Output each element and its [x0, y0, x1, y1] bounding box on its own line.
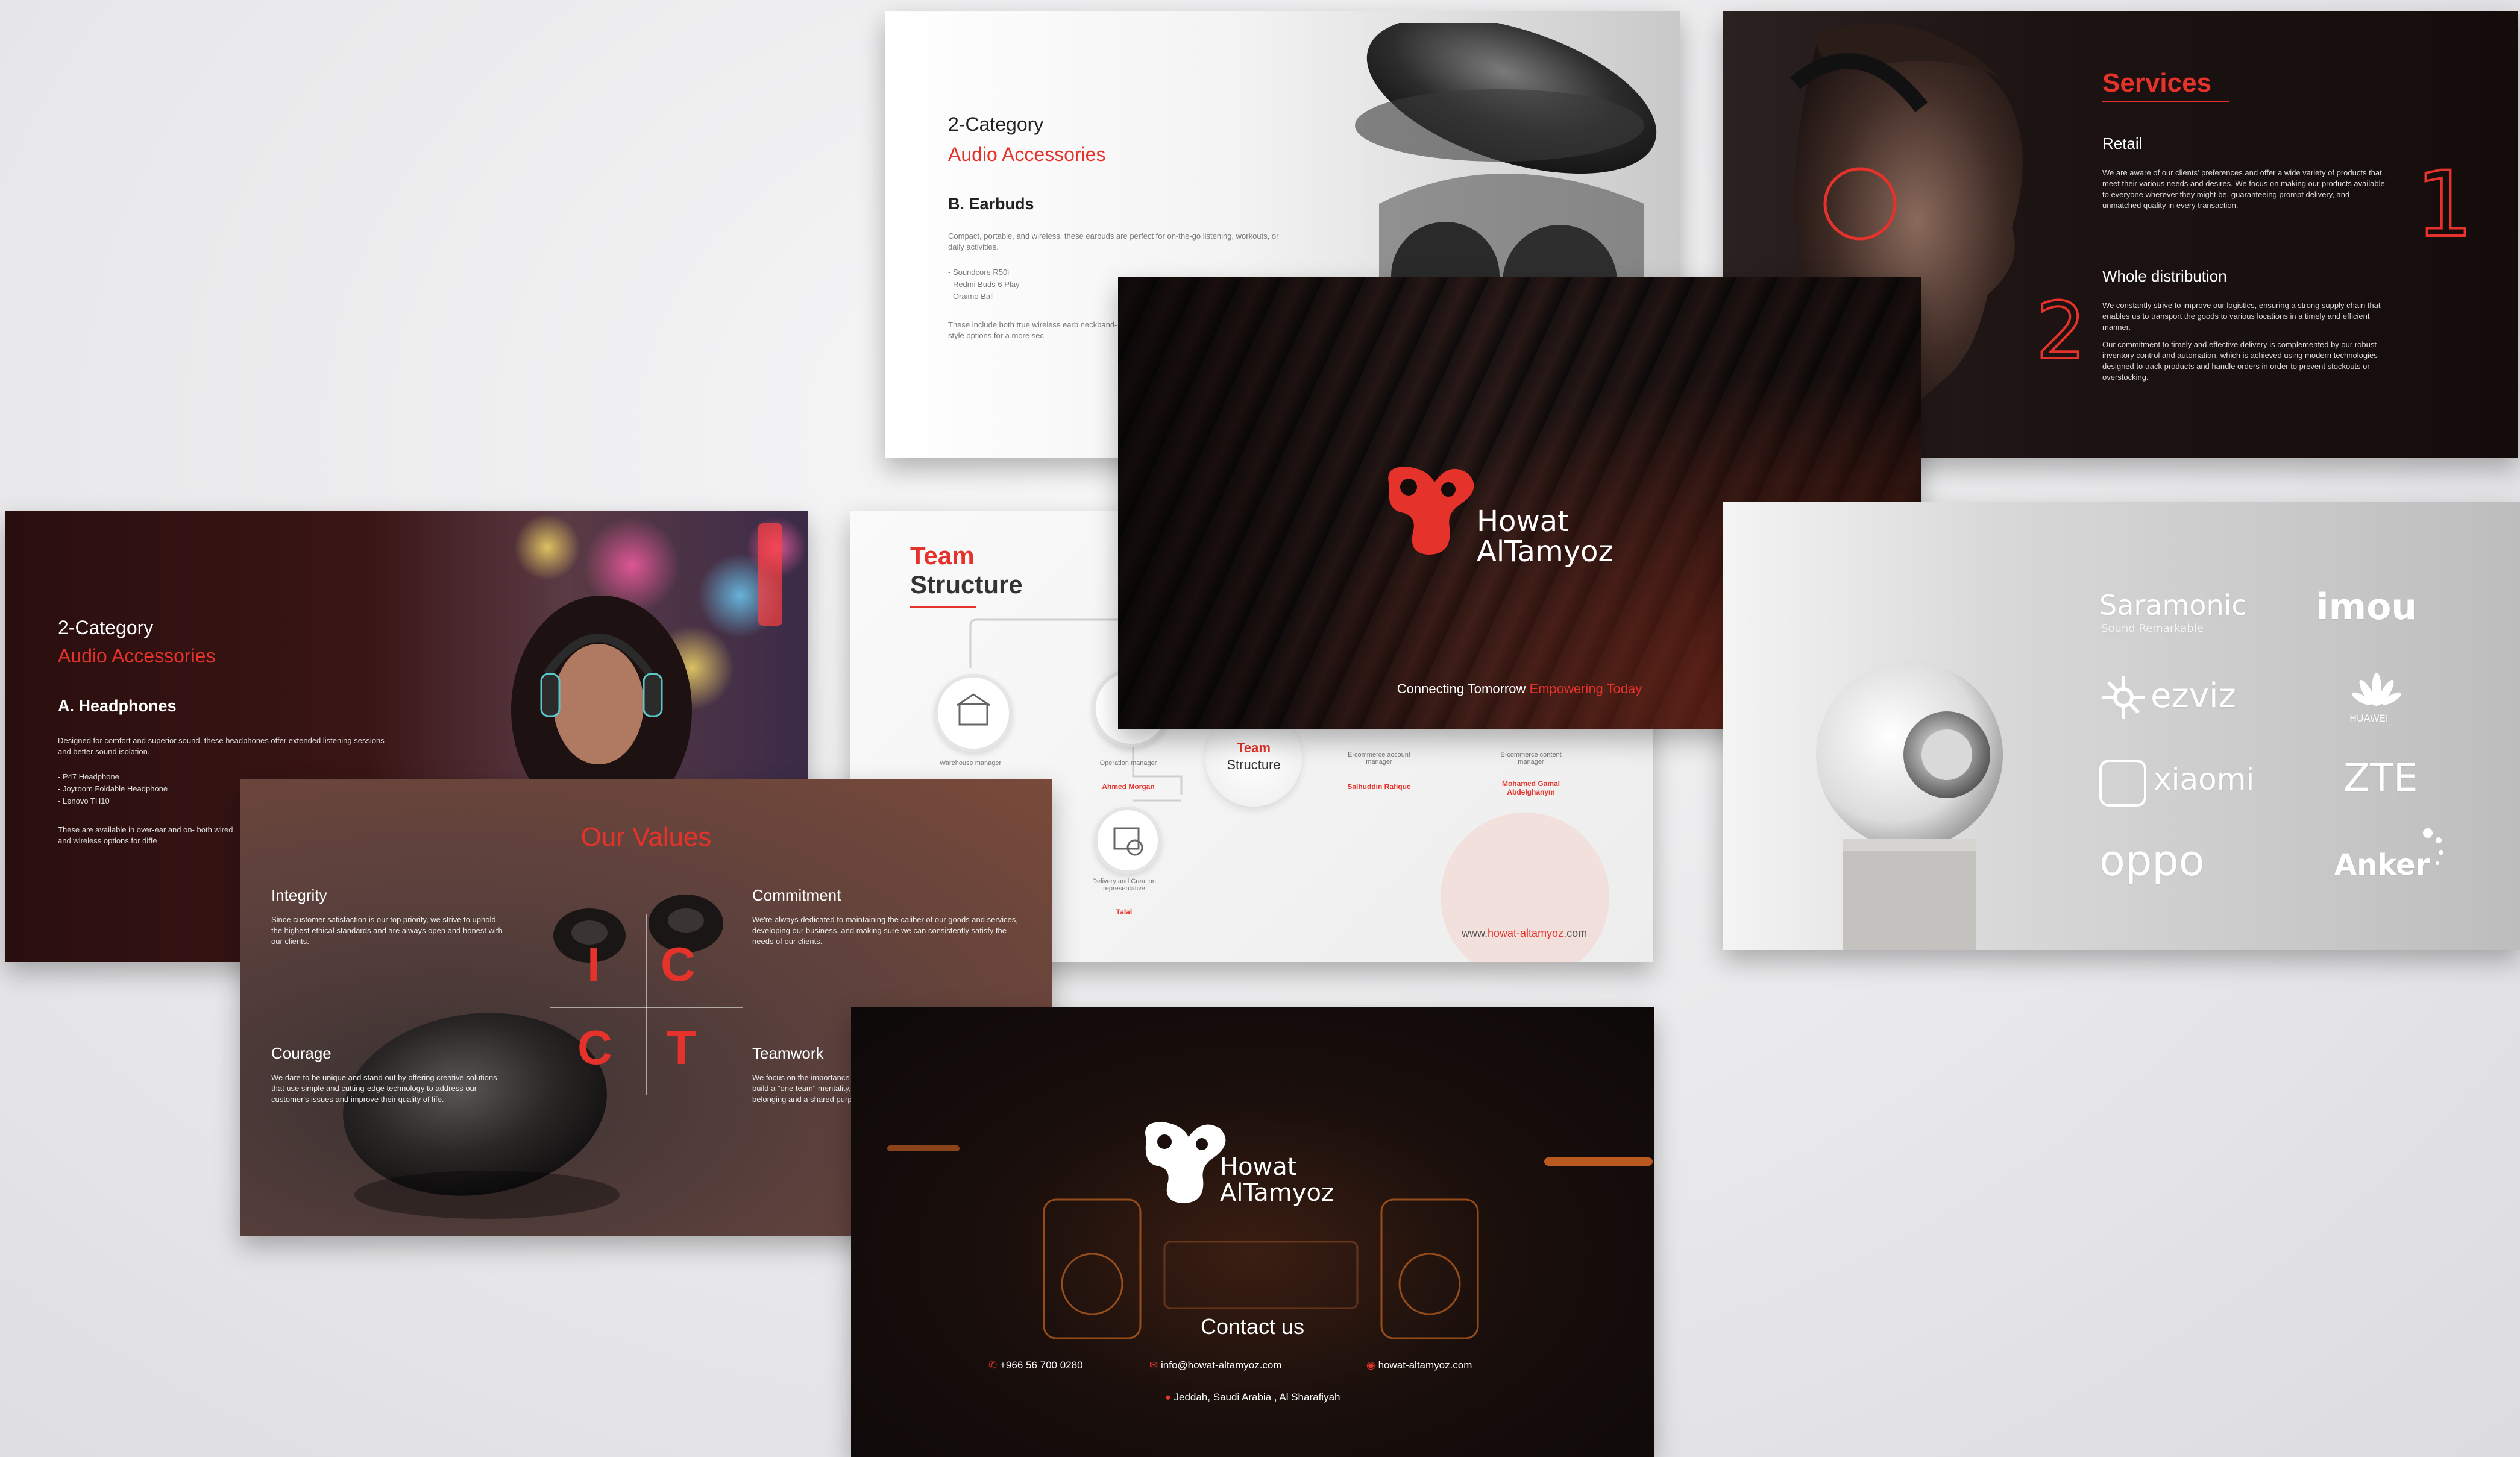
- delivery-representative-name: Talal: [1116, 908, 1133, 916]
- earbuds-description: Compact, portable, and wireless, these e…: [948, 231, 1279, 251]
- website-prefix: www.: [1462, 927, 1488, 939]
- howat-logo-icon: [1388, 467, 1474, 555]
- contact-phone[interactable]: ✆ +966 56 700 0280: [988, 1359, 1083, 1371]
- brand-ezviz: ezviz: [2151, 676, 2236, 716]
- neon-light-strip-left: [887, 1145, 960, 1151]
- teamwork-title: Teamwork: [752, 1044, 824, 1062]
- headphones-subtitle: Audio Accessories: [58, 645, 216, 667]
- howat-logo-icon-white: [1145, 1122, 1226, 1203]
- values-horizontal-divider: [550, 1007, 743, 1008]
- brand-imou: imou: [2316, 586, 2418, 628]
- delivery-representative-role: Delivery and Creation representative: [1092, 878, 1156, 892]
- headphones-item: - Joyroom Foldable Headphone: [58, 784, 168, 793]
- retail-title: Retail: [2102, 134, 2143, 153]
- phone-icon: ✆: [988, 1359, 998, 1371]
- delivery-icon: [1113, 827, 1143, 856]
- website-domain: howat-altamyoz: [1488, 927, 1564, 939]
- logo-tagline: Connecting Tomorrow Empowering Today: [1118, 681, 1921, 697]
- headphones-item: - Lenovo TH10: [58, 796, 110, 805]
- earbuds-category: 2-Category: [948, 113, 1044, 135]
- earbuds-note: These include both true wireless earb ne…: [948, 320, 1117, 340]
- xiaomi-logo-icon: [2099, 760, 2146, 807]
- logo-brand-line2: AlTamyoz: [1477, 535, 1613, 568]
- value-letter-i: I: [587, 937, 601, 991]
- anker-dots-icon: [2422, 827, 2446, 875]
- logo-brand-line1: Howat: [1477, 505, 1569, 538]
- courage-text: We dare to be unique and stand out by of…: [271, 1073, 497, 1104]
- earbuds-item: - Redmi Buds 6 Play: [948, 280, 1020, 289]
- services-title: Services: [2102, 68, 2212, 98]
- huawei-logo-icon: [2349, 672, 2404, 714]
- values-title: Our Values: [580, 822, 712, 852]
- brand-zte: ZTE: [2343, 756, 2418, 801]
- contact-email-text: info@howat-altamyoz.com: [1160, 1359, 1282, 1371]
- value-letter-c1: C: [661, 937, 696, 991]
- brand-saramonic: Saramonic: [2099, 589, 2247, 622]
- operation-manager-role: Operation manager: [1099, 760, 1157, 767]
- location-pin-icon: ●: [1164, 1391, 1171, 1403]
- headphones-note: These are available in over-ear and on- …: [58, 825, 233, 845]
- slide-contact[interactable]: Howat AlTamyoz Contact us ✆ +966 56 700 …: [851, 1007, 1654, 1457]
- contact-title: Contact us: [1200, 1314, 1305, 1339]
- whole-distribution-text-1: We constantly strive to improve our logi…: [2102, 301, 2381, 332]
- retail-text: We are aware of our clients' preferences…: [2102, 168, 2385, 210]
- contact-address-text: Jeddah, Saudi Arabia , Al Sharafiyah: [1174, 1391, 1340, 1403]
- headphones-description: Designed for comfort and superior sound,…: [58, 736, 385, 756]
- earbuds-pair-image: [553, 895, 723, 963]
- headphones-item: - P47 Headphone: [58, 772, 119, 781]
- commitment-text: We're always dedicated to maintaining th…: [752, 915, 1018, 946]
- brand-huawei: HUAWEI: [2349, 713, 2389, 724]
- contact-phone-text: +966 56 700 0280: [999, 1359, 1083, 1371]
- team-center-label-b: Structure: [1227, 757, 1281, 772]
- globe-icon: ◉: [1366, 1359, 1375, 1371]
- contact-address: ● Jeddah, Saudi Arabia , Al Sharafiyah: [851, 1391, 1654, 1403]
- contact-brand-line1: Howat: [1220, 1153, 1297, 1181]
- services-underline: [2102, 101, 2229, 102]
- value-letter-t: T: [667, 1021, 696, 1074]
- contact-website[interactable]: ◉ howat-altamyoz.com: [1366, 1359, 1472, 1371]
- whole-distribution-text-2: Our commitment to timely and effective d…: [2102, 340, 2378, 382]
- brand-xiaomi: xiaomi: [2154, 762, 2255, 797]
- brand-saramonic-tagline: Sound Remarkable: [2101, 622, 2204, 635]
- service-number-2: 2: [2035, 284, 2087, 378]
- values-vertical-divider: [646, 914, 647, 1095]
- earbuds-subtitle: Audio Accessories: [948, 143, 1106, 165]
- earbuds-heading: B. Earbuds: [948, 195, 1034, 213]
- operation-manager-name: Ahmed Morgan: [1102, 782, 1155, 791]
- website-suffix: .com: [1563, 927, 1588, 939]
- contact-brand-line2: AlTamyoz: [1220, 1179, 1334, 1207]
- whole-distribution-title: Whole distribution: [2102, 267, 2227, 285]
- team-center-label-a: Team: [1237, 740, 1271, 755]
- warehouse-icon: [957, 693, 990, 726]
- earbuds-item: - Soundcore R50i: [948, 268, 1010, 277]
- tagline-part-a: Connecting Tomorrow: [1397, 681, 1526, 696]
- delivery-representative-node: [1094, 807, 1161, 874]
- commitment-title: Commitment: [752, 886, 841, 904]
- contact-email[interactable]: ✉ info@howat-altamyoz.com: [1149, 1359, 1282, 1371]
- integrity-text: Since customer satisfaction is our top p…: [271, 915, 503, 946]
- team-website[interactable]: www.howat-altamyoz.com: [1462, 927, 1587, 940]
- contact-website-text: howat-altamyoz.com: [1378, 1359, 1472, 1371]
- courage-title: Courage: [271, 1044, 331, 1062]
- speaker-image: [1816, 661, 2003, 950]
- service-number-1: 1: [2415, 151, 2474, 259]
- headphones-category: 2-Category: [58, 617, 154, 638]
- warehouse-manager-node: [934, 674, 1013, 752]
- mail-icon: ✉: [1149, 1359, 1158, 1371]
- neon-light-strip: [1544, 1157, 1653, 1166]
- ecommerce-account-manager-role: E-commerce account manager: [1348, 751, 1410, 766]
- ecommerce-account-manager-name: Salhuddin Rafique: [1347, 782, 1411, 791]
- brand-anker: Anker: [2334, 848, 2430, 882]
- warehouse-manager-role: Warehouse manager: [939, 760, 1002, 767]
- slide-brands[interactable]: Saramonic Sound Remarkable imou ezviz HU…: [1723, 502, 2520, 950]
- headphones-heading: A. Headphones: [58, 697, 177, 715]
- ecommerce-content-manager-role: E-commerce content manager: [1500, 751, 1562, 766]
- ecommerce-content-manager-name: Mohamed Gamal Abdelghanym: [1501, 779, 1560, 796]
- value-letter-c2: C: [577, 1021, 612, 1074]
- integrity-title: Integrity: [271, 886, 327, 904]
- ezviz-logo-icon: [2099, 673, 2148, 722]
- earbuds-item: - Oraimo Ball: [948, 292, 994, 301]
- tagline-part-b: Empowering Today: [1529, 681, 1642, 696]
- brand-oppo: oppo: [2099, 836, 2205, 886]
